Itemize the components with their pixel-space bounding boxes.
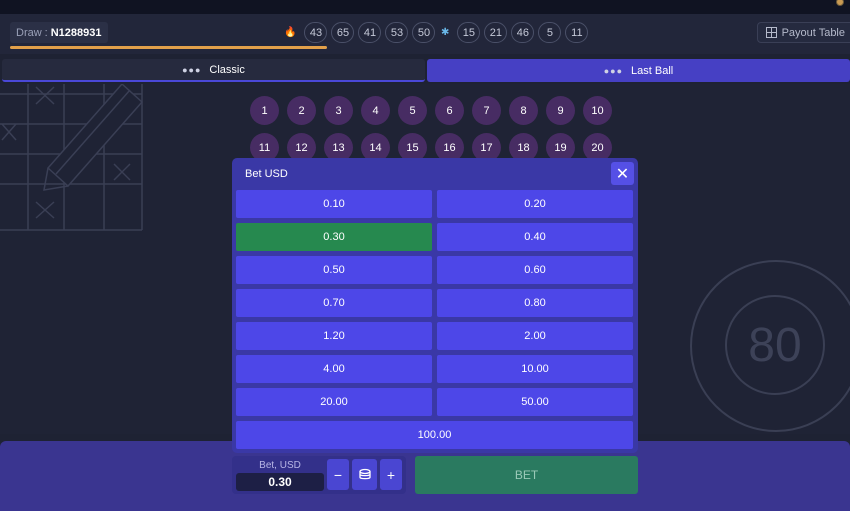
draw-progress-bar	[10, 46, 328, 49]
payout-table-label: Payout Table	[781, 26, 845, 39]
bet-options-button[interactable]	[352, 459, 377, 490]
dots-icon: ●●●	[182, 64, 202, 75]
bet-option-selected[interactable]: 0.30	[236, 223, 432, 251]
number-grid: 1 2 3 4 5 6 7 8 9 10 11 12 13 14 15 16 1…	[250, 96, 612, 162]
cold-numbers: ✱ 15 21 46 5 11	[441, 22, 589, 43]
draw-label: Draw	[16, 26, 42, 39]
tab-classic[interactable]: ●●● Classic	[2, 59, 425, 82]
bet-option[interactable]: 4.00	[236, 355, 432, 383]
payout-table-button[interactable]: Payout Table	[756, 22, 850, 43]
dots-icon: ●●●	[603, 65, 624, 76]
bet-option[interactable]: 50.00	[437, 388, 633, 416]
cold-number: 21	[484, 22, 508, 43]
bet-option[interactable]: 0.80	[437, 289, 633, 317]
modal-title: Bet USD	[245, 168, 288, 180]
decrease-bet-button[interactable]: −	[327, 459, 349, 490]
draw-number: N1288931	[50, 26, 102, 39]
bet-option[interactable]: 100.00	[236, 421, 633, 449]
bet-option[interactable]: 0.60	[437, 256, 633, 284]
bet-options-grid: 0.10 0.20 0.30 0.40 0.50 0.60 0.70 0.80 …	[236, 190, 633, 449]
number-ball[interactable]: 4	[361, 96, 390, 125]
number-ball[interactable]: 7	[472, 96, 501, 125]
number-ball[interactable]: 1	[250, 96, 279, 125]
snowflake-icon: ✱	[441, 27, 450, 38]
bet-option[interactable]: 0.10	[236, 190, 432, 218]
bet-option[interactable]: 0.20	[437, 190, 633, 218]
coins-icon	[358, 468, 371, 479]
bet-option[interactable]: 20.00	[236, 388, 432, 416]
game-mode-tabs: ●●● Classic ●●● Last Ball	[2, 59, 850, 82]
hot-number: 65	[331, 22, 355, 43]
number-ball[interactable]: 2	[287, 96, 316, 125]
avatar[interactable]	[836, 0, 844, 6]
hot-number: 53	[385, 22, 409, 43]
cold-number: 15	[457, 22, 481, 43]
close-button[interactable]: ✕	[611, 162, 634, 185]
bet-amount-control: Bet, USD 0.30 − +	[232, 456, 406, 494]
hot-number: 41	[358, 22, 382, 43]
increase-bet-button[interactable]: +	[380, 459, 402, 490]
table-icon	[765, 27, 777, 38]
draw-separator: :	[44, 26, 48, 39]
number-ball[interactable]: 10	[583, 96, 612, 125]
bet-amount-caption: Bet, USD	[259, 460, 301, 471]
draw-info: Draw : N1288931	[10, 22, 108, 43]
close-icon: ✕	[615, 165, 630, 183]
bet-selector-modal: Bet USD ✕ 0.10 0.20 0.30 0.40 0.50 0.60 …	[232, 158, 638, 453]
bet-button[interactable]: BET	[415, 456, 638, 494]
tab-classic-label: Classic	[209, 63, 245, 76]
bet-option[interactable]: 10.00	[437, 355, 633, 383]
number-ball[interactable]: 9	[546, 96, 575, 125]
number-ball[interactable]: 3	[324, 96, 353, 125]
tab-last-ball-label: Last Ball	[631, 64, 674, 77]
cold-number: 46	[511, 22, 535, 43]
bet-option[interactable]: 0.50	[236, 256, 432, 284]
bet-amount-field[interactable]: Bet, USD 0.30	[236, 458, 324, 491]
hot-number: 50	[412, 22, 436, 43]
tab-last-ball[interactable]: ●●● Last Ball	[427, 59, 850, 82]
number-ball[interactable]: 5	[398, 96, 427, 125]
last-ball-decoration: 80	[690, 260, 850, 432]
bet-option[interactable]: 1.20	[236, 322, 432, 350]
cold-number: 11	[565, 22, 589, 43]
draw-header: Draw : N1288931 🔥 43 65 41 53 50 ✱ 15 21…	[0, 14, 850, 54]
cold-number: 5	[538, 22, 562, 43]
flame-icon: 🔥	[284, 27, 297, 38]
bet-option[interactable]: 0.70	[236, 289, 432, 317]
bet-option[interactable]: 0.40	[437, 223, 633, 251]
bet-amount-value[interactable]: 0.30	[236, 473, 324, 491]
bet-option[interactable]: 2.00	[437, 322, 633, 350]
top-strip	[0, 0, 850, 14]
ticket-pencil-decoration	[0, 84, 144, 231]
number-ball[interactable]: 6	[435, 96, 464, 125]
hot-numbers: 🔥 43 65 41 53 50	[284, 22, 436, 43]
last-ball-number: 80	[725, 295, 825, 395]
number-ball[interactable]: 8	[509, 96, 538, 125]
hot-number: 43	[304, 22, 328, 43]
